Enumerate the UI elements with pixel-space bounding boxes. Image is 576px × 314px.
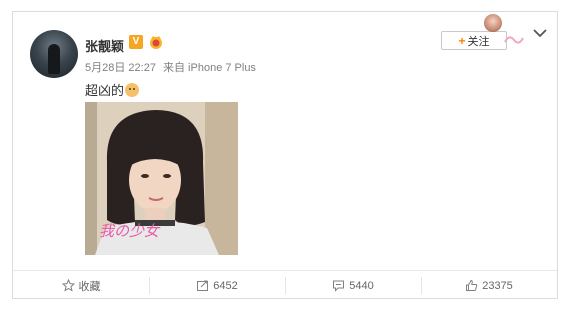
post-card: 张靓颖 V 5月28日 22:27 来自 iPhone 7 Plus 超凶的 +… bbox=[12, 11, 558, 299]
post-text-content: 超凶的 bbox=[85, 83, 125, 98]
star-icon bbox=[61, 279, 75, 292]
thumbs-up-icon bbox=[466, 279, 478, 291]
plus-icon: + bbox=[458, 33, 466, 48]
member-crown-icon[interactable] bbox=[148, 35, 164, 49]
repost-icon bbox=[197, 280, 209, 291]
avatar[interactable] bbox=[30, 30, 78, 78]
favorite-button[interactable]: 收藏 bbox=[13, 271, 149, 300]
action-bar: 收藏 6452 5440 23375 bbox=[13, 270, 557, 300]
favorite-label: 收藏 bbox=[78, 280, 101, 293]
emoji-icon bbox=[125, 83, 140, 97]
like-count: 23375 bbox=[482, 279, 513, 292]
verified-badge-icon[interactable]: V bbox=[129, 35, 143, 49]
follow-label: 关注 bbox=[467, 35, 490, 48]
comment-button[interactable]: 5440 bbox=[285, 271, 421, 300]
post-text: 超凶的 bbox=[85, 80, 140, 99]
author-name[interactable]: 张靓颖 bbox=[85, 36, 124, 55]
repost-count: 6452 bbox=[213, 279, 238, 292]
photo-image: 我の少女 bbox=[85, 102, 238, 255]
post-timestamp[interactable]: 5月28日 22:27 bbox=[85, 62, 156, 74]
follow-mini-avatar bbox=[484, 14, 502, 32]
post-meta: 5月28日 22:27 来自 iPhone 7 Plus bbox=[85, 59, 260, 75]
chevron-down-icon[interactable] bbox=[533, 28, 547, 38]
photo-overlay-text: 我の少女 bbox=[99, 222, 161, 240]
post-source[interactable]: 来自 iPhone 7 Plus bbox=[163, 62, 256, 74]
comment-count: 5440 bbox=[349, 279, 374, 292]
decoration-icon bbox=[504, 36, 524, 44]
follow-button[interactable]: + 关注 bbox=[441, 31, 507, 50]
repost-button[interactable]: 6452 bbox=[149, 271, 285, 300]
post-photo[interactable]: 我の少女 bbox=[85, 102, 238, 255]
comment-icon bbox=[333, 280, 345, 292]
like-button[interactable]: 23375 bbox=[421, 271, 557, 300]
